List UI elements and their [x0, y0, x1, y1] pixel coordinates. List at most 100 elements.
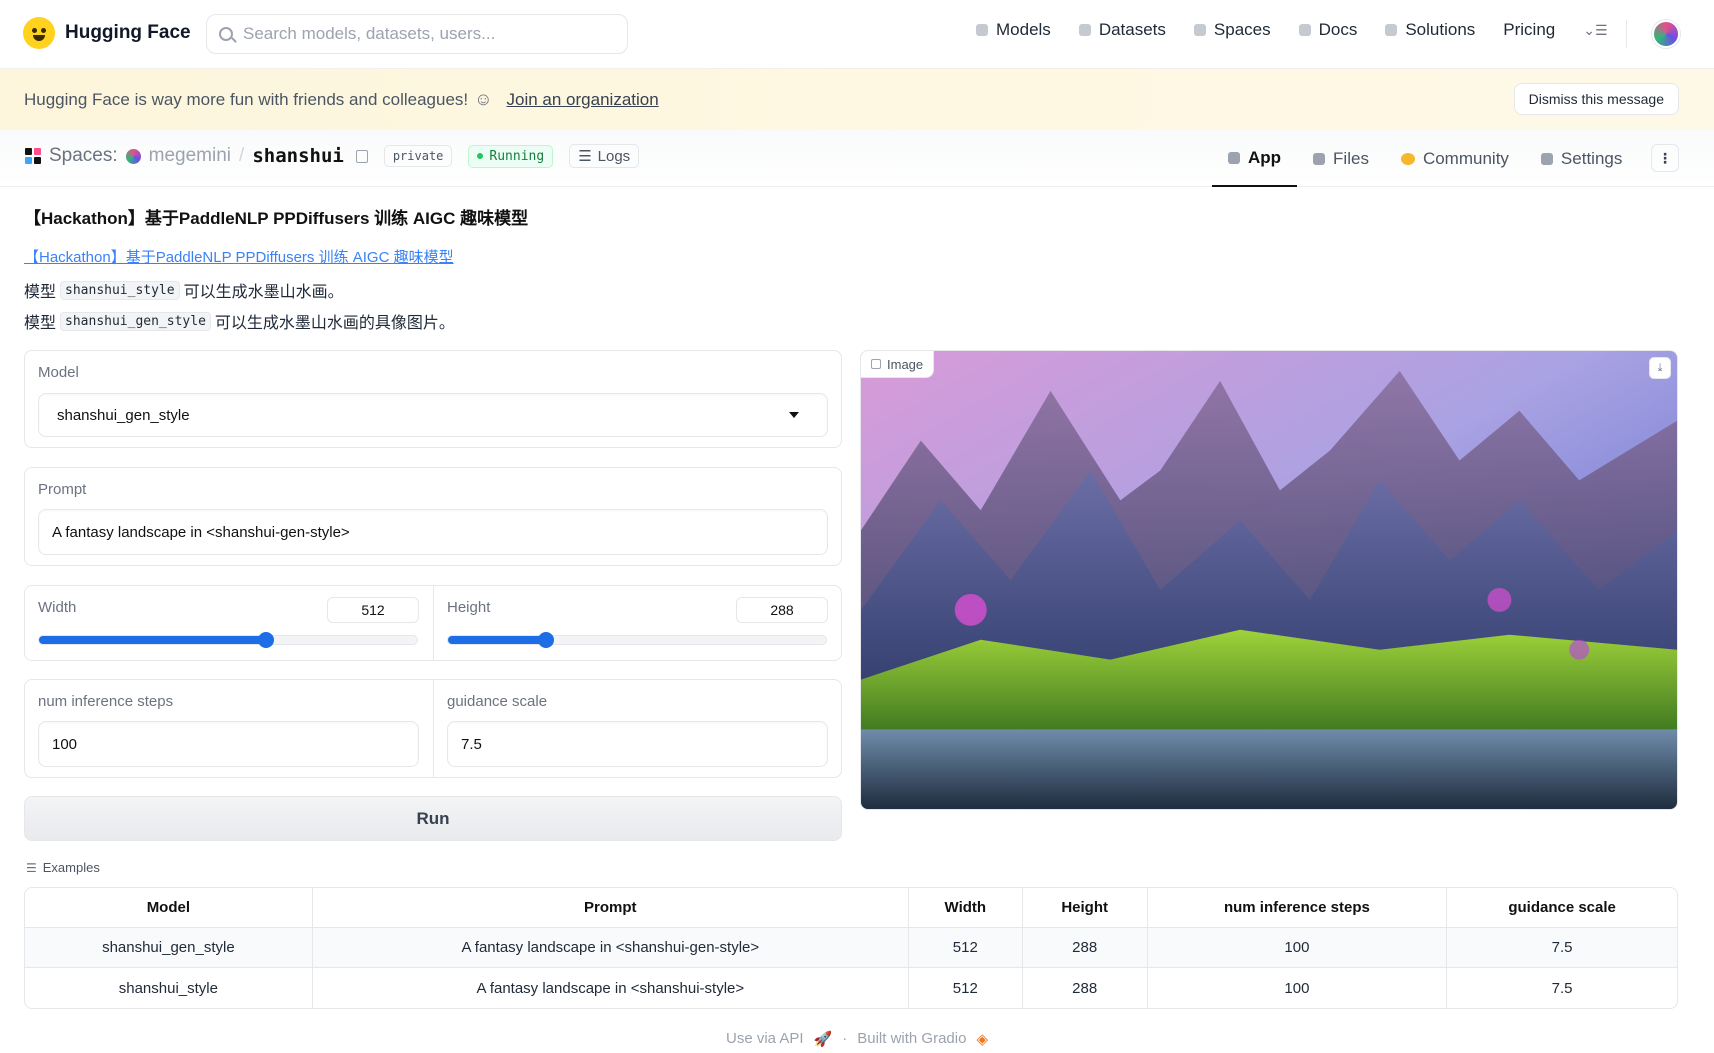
- book-icon: [1298, 24, 1311, 36]
- tab-app-label: App: [1248, 147, 1282, 167]
- database-icon: [1078, 24, 1091, 36]
- height-label: Height: [447, 599, 491, 616]
- run-button[interactable]: Run: [24, 796, 842, 841]
- nav-datasets[interactable]: Datasets: [1078, 20, 1166, 40]
- height-slider[interactable]: [447, 632, 827, 648]
- prompt-label: Prompt: [38, 481, 87, 498]
- footer-dot: ·: [842, 1030, 848, 1047]
- model-select-value: shanshui_gen_style: [57, 406, 190, 424]
- desc2-suffix: 可以生成水墨山水画的具像图片。: [214, 315, 455, 332]
- more-options-button[interactable]: ⋮: [1651, 144, 1679, 172]
- table-cell: 100: [1147, 928, 1448, 968]
- table-cell: 512: [909, 968, 1023, 1008]
- table-cell: 7.5: [1551, 979, 1573, 997]
- chevron-down-icon: [789, 412, 799, 418]
- search-input[interactable]: [243, 24, 613, 44]
- nav-spaces[interactable]: Spaces: [1193, 20, 1271, 40]
- nav-solutions[interactable]: Solutions: [1385, 20, 1475, 40]
- space-tabs: App Files Community Settings: [1212, 130, 1638, 187]
- column-header: Width: [908, 888, 1023, 928]
- model-label: Model: [38, 364, 79, 381]
- nav-models[interactable]: Models: [976, 20, 1051, 40]
- height-slider-thumb[interactable]: [538, 632, 555, 648]
- download-button[interactable]: ⤓: [1649, 357, 1671, 379]
- params-block: num inference steps 100 guidance scale 7…: [24, 679, 842, 778]
- table-row[interactable]: shanshui_style A fantasy landscape in <s…: [25, 968, 1677, 1008]
- more-menu-icon[interactable]: ⌄☰: [1583, 22, 1607, 39]
- download-icon: ⤓: [1657, 361, 1663, 374]
- height-number-input[interactable]: 288: [736, 597, 828, 623]
- table-cell: 512: [908, 928, 1023, 968]
- prompt-input[interactable]: A fantasy landscape in <shanshui-gen-sty…: [38, 509, 828, 555]
- prompt-block: Prompt A fantasy landscape in <shanshui-…: [24, 467, 842, 566]
- column-header: Height: [1022, 888, 1148, 928]
- status-badge: Running: [468, 144, 554, 168]
- repo-link[interactable]: shanshui: [252, 145, 344, 167]
- banner-text: Hugging Face is way more fun with friend…: [24, 89, 469, 109]
- desc1-code: shanshui_style: [60, 280, 180, 300]
- grid-icon: [1193, 24, 1206, 36]
- top-navbar: Hugging Face Models Datasets Spaces Docs…: [0, 0, 1714, 69]
- app-title: 【Hackathon】基于PaddleNLP PPDiffusers 训练 AI…: [24, 209, 529, 228]
- status-dot-icon: [477, 153, 484, 159]
- table-cell: 288: [1023, 968, 1148, 1008]
- owner-avatar: [125, 148, 141, 164]
- width-number-input[interactable]: 512: [327, 597, 419, 623]
- table-cell: shanshui_gen_style: [25, 928, 313, 968]
- nav-docs-label: Docs: [1318, 20, 1358, 39]
- table-row[interactable]: shanshui_gen_style A fantasy landscape i…: [25, 928, 1677, 968]
- app-link[interactable]: 【Hackathon】基于PaddleNLP PPDiffusers 训练 AI…: [24, 246, 454, 267]
- space-breadcrumb: Spaces: megemini / shanshui private Runn…: [25, 144, 640, 168]
- tab-app[interactable]: App: [1212, 130, 1298, 187]
- column-header: guidance scale: [1447, 888, 1677, 928]
- tab-files-label: Files: [1333, 148, 1369, 168]
- width-label: Width: [38, 599, 77, 616]
- dismiss-button[interactable]: Dismiss this message: [1513, 83, 1679, 115]
- files-icon: [1313, 152, 1326, 165]
- image-icon: [871, 359, 881, 369]
- search-box[interactable]: [206, 14, 628, 54]
- guidance-label: guidance scale: [447, 693, 548, 710]
- use-api-link[interactable]: Use via API: [726, 1030, 804, 1048]
- params-divider: [433, 680, 434, 777]
- examples-title: Examples: [42, 860, 100, 875]
- org-banner: Hugging Face is way more fun with friend…: [0, 69, 1714, 130]
- table-cell: A fantasy landscape in <shanshui-style>: [313, 968, 909, 1008]
- width-slider-fill: [39, 636, 266, 644]
- community-icon: [1400, 152, 1415, 165]
- brand[interactable]: Hugging Face: [23, 17, 191, 49]
- built-with-gradio-link[interactable]: Built with Gradio: [857, 1030, 966, 1048]
- tab-settings[interactable]: Settings: [1525, 130, 1638, 187]
- logs-label: Logs: [597, 147, 631, 165]
- desc1-suffix: 可以生成水墨山水画。: [183, 284, 344, 301]
- width-slider[interactable]: [38, 632, 418, 648]
- copy-icon[interactable]: [355, 149, 368, 163]
- guidance-input[interactable]: 7.5: [447, 721, 828, 767]
- rocket-icon: 🚀: [813, 1031, 833, 1048]
- cube-icon: [1228, 151, 1240, 164]
- column-header: Model: [25, 888, 313, 928]
- tab-settings-label: Settings: [1560, 148, 1623, 168]
- nav-spaces-label: Spaces: [1213, 20, 1271, 39]
- model-select[interactable]: shanshui_gen_style: [38, 393, 828, 437]
- table-cell: 100: [1148, 968, 1448, 1008]
- width-slider-thumb[interactable]: [257, 632, 274, 648]
- owner-link[interactable]: megemini: [149, 145, 231, 167]
- nav-docs[interactable]: Docs: [1298, 20, 1358, 40]
- size-block: Width 512 Height 288: [24, 585, 842, 661]
- description-line-1: 模型 shanshui_style 可以生成水墨山水画。: [24, 278, 344, 302]
- tab-files[interactable]: Files: [1297, 130, 1385, 187]
- status-label: Running: [489, 148, 545, 164]
- model-block: Model shanshui_gen_style: [24, 350, 842, 448]
- list-icon: ☰: [26, 860, 37, 875]
- steps-input[interactable]: 100: [38, 721, 419, 767]
- join-org-link[interactable]: Join an organization: [507, 90, 659, 110]
- breadcrumb-separator: /: [239, 145, 245, 166]
- logs-button[interactable]: ☰ Logs: [569, 144, 640, 168]
- column-header: Prompt: [312, 888, 909, 928]
- tab-community[interactable]: Community: [1385, 130, 1525, 187]
- user-avatar[interactable]: [1652, 20, 1680, 48]
- gradio-logo-icon: ◈: [976, 1031, 988, 1048]
- spaces-label[interactable]: Spaces:: [49, 145, 118, 167]
- nav-pricing[interactable]: Pricing: [1503, 20, 1555, 40]
